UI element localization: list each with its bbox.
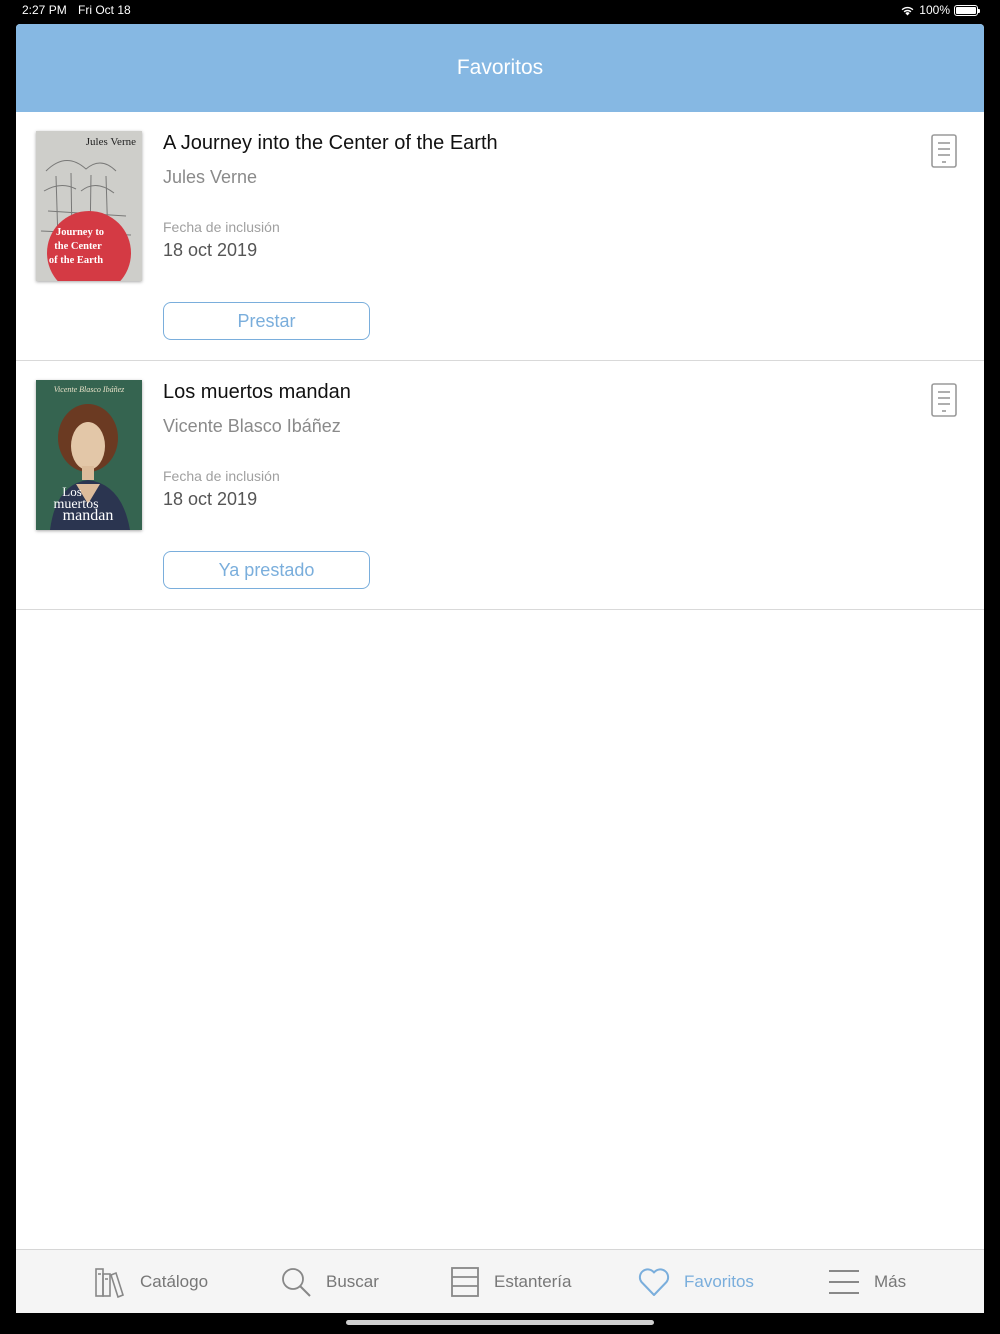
date-label: Fecha de inclusión [163, 219, 280, 235]
book-author: Jules Verne [163, 167, 258, 187]
tab-label: Estantería [494, 1272, 572, 1291]
book-title[interactable]: A Journey into the Center of the Earth [163, 132, 498, 155]
date-value: 18 oct 2019 [163, 240, 258, 260]
status-right: 100% [900, 0, 980, 20]
tab-mas[interactable]: Más [828, 1250, 906, 1313]
date-value: 18 oct 2019 [163, 489, 258, 509]
list-item[interactable]: Jules Verne Journey to the Center of the… [16, 112, 984, 361]
tab-favoritos[interactable]: Favoritos [638, 1250, 754, 1313]
book-cover[interactable]: Vicente Blasco Ibáñez Los muertos mandan [36, 380, 142, 530]
nav-bar: Favoritos [16, 24, 984, 112]
heart-icon [638, 1268, 670, 1296]
tab-label: Catálogo [140, 1272, 209, 1291]
tab-label: Favoritos [684, 1272, 754, 1291]
status-date: Fri Oct 18 [78, 3, 131, 17]
book-author: Vicente Blasco Ibáñez [163, 416, 341, 436]
document-icon[interactable] [931, 134, 957, 168]
home-indicator[interactable] [346, 1320, 654, 1325]
list-item[interactable]: Vicente Blasco Ibáñez Los muertos mandan… [16, 361, 984, 610]
book-cover[interactable]: Jules Verne Journey to the Center of the… [36, 131, 142, 281]
cover-title-line: Journey to [56, 227, 104, 238]
battery-percent: 100% [919, 3, 950, 17]
books-icon [95, 1268, 124, 1298]
wifi-icon [901, 6, 914, 15]
cover-title-line: the Center [54, 241, 102, 252]
battery-icon [954, 4, 980, 16]
page-title: Favoritos [456, 56, 544, 79]
tab-buscar[interactable]: Buscar [280, 1250, 379, 1313]
lend-button[interactable]: Prestar [163, 302, 370, 340]
tab-label: Buscar [326, 1272, 379, 1291]
cover-title-line: of the Earth [49, 255, 103, 266]
status-time: 2:27 PM [22, 3, 67, 17]
tab-estanteria[interactable]: Estantería [450, 1250, 572, 1313]
already-lent-button[interactable]: Ya prestado [163, 551, 370, 589]
cover-author-text: Vicente Blasco Ibáñez [54, 385, 125, 394]
cover-author-text: Jules Verne [86, 136, 136, 148]
tab-label: Más [874, 1272, 907, 1291]
book-title[interactable]: Los muertos mandan [163, 381, 351, 404]
status-bar: 2:27 PM Fri Oct 18 100% [0, 0, 1000, 22]
app-window: Favoritos Jules Verne Journey to the Cen… [16, 24, 984, 1313]
menu-icon [829, 1270, 859, 1294]
tab-bar: Catálogo Buscar Estantería Favoritos Más [16, 1249, 984, 1313]
cover-title-line: mandan [63, 507, 114, 524]
document-icon[interactable] [931, 383, 957, 417]
shelf-icon [451, 1267, 479, 1297]
search-icon [282, 1268, 311, 1297]
date-label: Fecha de inclusión [163, 468, 280, 484]
tab-catalogo[interactable]: Catálogo [94, 1250, 208, 1313]
